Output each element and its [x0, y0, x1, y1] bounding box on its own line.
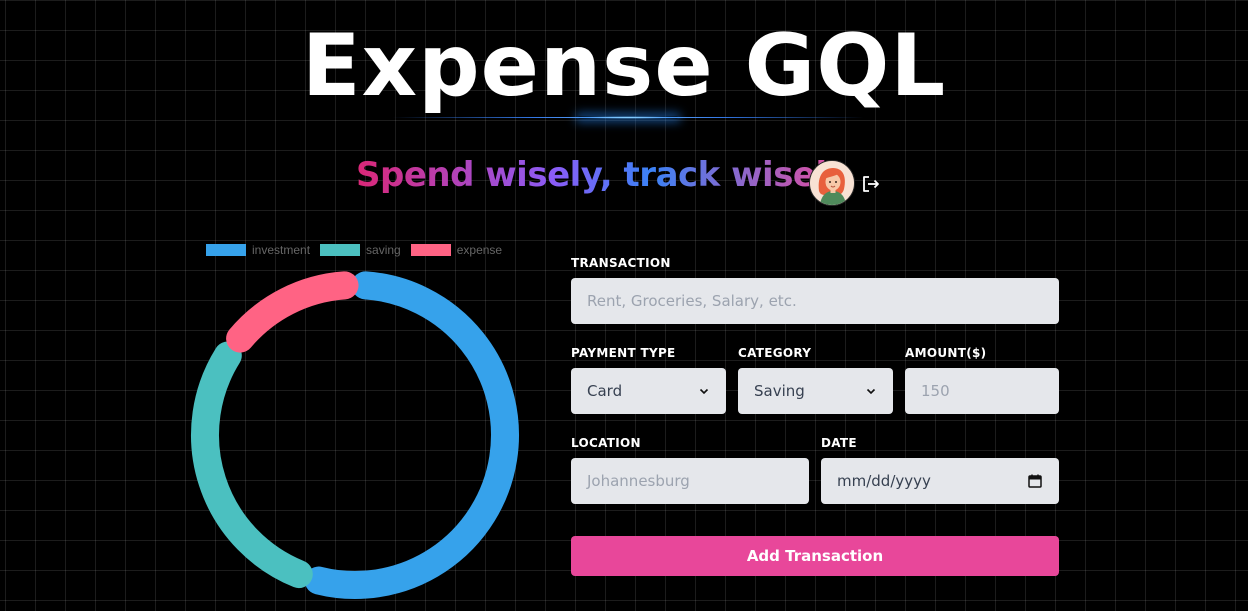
payment-type-select[interactable]: Card: [571, 368, 726, 414]
avatar-icon: [810, 161, 854, 205]
location-label: LOCATION: [571, 436, 641, 450]
date-placeholder: mm/dd/yyyy: [837, 472, 931, 490]
legend-swatch-expense: [410, 244, 451, 256]
legend-swatch-investment: [206, 244, 246, 256]
transaction-placeholder: Rent, Groceries, Salary, etc.: [587, 292, 797, 310]
avatar[interactable]: [809, 160, 855, 206]
legend-label-saving: saving: [366, 243, 401, 257]
add-transaction-button[interactable]: Add Transaction: [571, 536, 1059, 576]
app-title: Expense GQL: [301, 16, 947, 116]
amount-placeholder: 150: [921, 382, 950, 400]
amount-input[interactable]: 150: [905, 368, 1059, 414]
legend-item-investment[interactable]: investment: [206, 243, 310, 257]
transaction-label: TRANSACTION: [571, 256, 671, 270]
date-input[interactable]: mm/dd/yyyy: [821, 458, 1059, 504]
category-label: CATEGORY: [738, 346, 812, 360]
chart-segment-expense[interactable]: [226, 271, 359, 353]
amount-label: AMOUNT($): [905, 346, 987, 360]
chart-legend: investment saving expense: [206, 243, 502, 257]
legend-label-expense: expense: [456, 243, 503, 257]
tagline-row: Spend wisely, track wisely: [0, 150, 1248, 210]
tagline: Spend wisely, track wisely: [356, 152, 849, 198]
calendar-icon[interactable]: [1027, 473, 1043, 489]
legend-label-investment: investment: [252, 243, 311, 257]
legend-item-expense[interactable]: expense: [410, 243, 503, 257]
payment-type-label: PAYMENT TYPE: [571, 346, 676, 360]
transaction-input[interactable]: Rent, Groceries, Salary, etc.: [571, 278, 1059, 324]
logout-icon: [863, 176, 879, 192]
location-placeholder: Johannesburg: [587, 472, 690, 490]
date-label: DATE: [821, 436, 857, 450]
doughnut-chart: [191, 271, 519, 599]
legend-swatch-saving: [320, 244, 361, 256]
logout-button[interactable]: [859, 172, 883, 196]
chevron-down-icon: [866, 388, 876, 395]
legend-item-saving[interactable]: saving: [320, 243, 401, 257]
title-underline-glow: [392, 111, 864, 125]
chevron-down-icon: [699, 388, 709, 395]
payment-type-value: Card: [587, 382, 623, 400]
location-input[interactable]: Johannesburg: [571, 458, 809, 504]
chart-segment-saving[interactable]: [191, 341, 313, 589]
category-select[interactable]: Saving: [738, 368, 893, 414]
category-value: Saving: [754, 382, 805, 400]
chart-segment-investment[interactable]: [304, 271, 519, 599]
